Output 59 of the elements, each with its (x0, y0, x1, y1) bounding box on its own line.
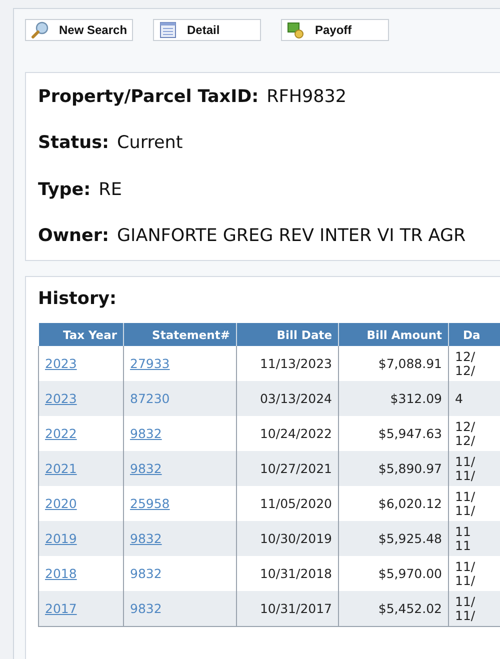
statement-link[interactable]: 9832 (130, 531, 162, 546)
tax-year-link[interactable]: 2023 (45, 391, 77, 406)
field-value: Current (117, 133, 183, 154)
table-cell: $5,890.97 (338, 451, 448, 486)
table-cell: 10/31/2017 (236, 591, 338, 626)
tax-year-link[interactable]: 2019 (45, 531, 77, 546)
cell-text: 12/ (455, 420, 476, 434)
column-header[interactable]: Tax Year (38, 323, 124, 346)
cell-text: 11/ (455, 608, 476, 622)
statement-link[interactable]: 87230 (130, 391, 170, 406)
field-label: Owner: (38, 226, 109, 246)
table-cell: 03/13/2024 (236, 381, 338, 416)
field-label: Property/Parcel TaxID: (38, 87, 259, 107)
statement-link[interactable]: 9832 (130, 461, 162, 476)
column-header[interactable]: Statement# (124, 323, 236, 346)
field-value: GIANFORTE GREG REV INTER VI TR AGR (117, 226, 466, 246)
tax-year-link[interactable]: 2023 (45, 356, 77, 371)
tax-year-link[interactable]: 2020 (45, 496, 77, 511)
cell-text: 11/ (455, 454, 476, 468)
money-icon (287, 21, 305, 39)
statement-link[interactable]: 27933 (130, 356, 170, 371)
cell-text: 11/ (455, 468, 476, 482)
cell-text: 4 (455, 392, 464, 406)
column-header[interactable]: Da (448, 323, 500, 346)
tax-year-link[interactable]: 2021 (45, 461, 77, 476)
tax-year-link[interactable]: 2022 (45, 426, 77, 441)
table-cell: $5,452.02 (338, 591, 448, 626)
magnifier-icon (31, 21, 49, 39)
cell-text: 12/ (455, 350, 476, 364)
tax-year-link[interactable]: 2017 (45, 601, 77, 616)
statement-link[interactable]: 9832 (130, 566, 162, 581)
cell-text: 12/ (455, 364, 476, 378)
toolbar-button[interactable]: New Search (25, 19, 133, 41)
cell-text: 11/ (455, 560, 476, 574)
table-cell: $5,925.48 (338, 521, 448, 556)
table-cell: $312.09 (338, 381, 448, 416)
field-value: RE (98, 180, 122, 200)
cell-text: 12/ (455, 434, 476, 448)
table-cell: 10/30/2019 (236, 521, 338, 556)
cell-text: 11/ (455, 574, 476, 588)
statement-link[interactable]: 9832 (130, 426, 162, 441)
field-label: Type: (38, 180, 91, 200)
table-cell: 10/27/2021 (236, 451, 338, 486)
toolbar-button[interactable]: Detail (153, 19, 261, 41)
column-header[interactable]: Bill Amount (338, 323, 448, 346)
field-label: Status: (38, 133, 110, 154)
cell-text: 11 (455, 538, 472, 552)
toolbar-button[interactable]: Payoff (281, 19, 389, 41)
cell-text: 11/ (455, 490, 476, 504)
cell-text: 11/ (455, 594, 476, 608)
section-title: History: (38, 289, 118, 309)
list-icon (159, 21, 177, 39)
statement-link[interactable]: 9832 (130, 601, 162, 616)
cell-text: 11 (455, 524, 472, 538)
tax-year-link[interactable]: 2018 (45, 566, 77, 581)
statement-link[interactable]: 25958 (130, 496, 170, 511)
column-header[interactable]: Bill Date (236, 323, 338, 346)
cell-text: 11/ (455, 504, 476, 518)
field-value: RFH9832 (266, 87, 347, 107)
